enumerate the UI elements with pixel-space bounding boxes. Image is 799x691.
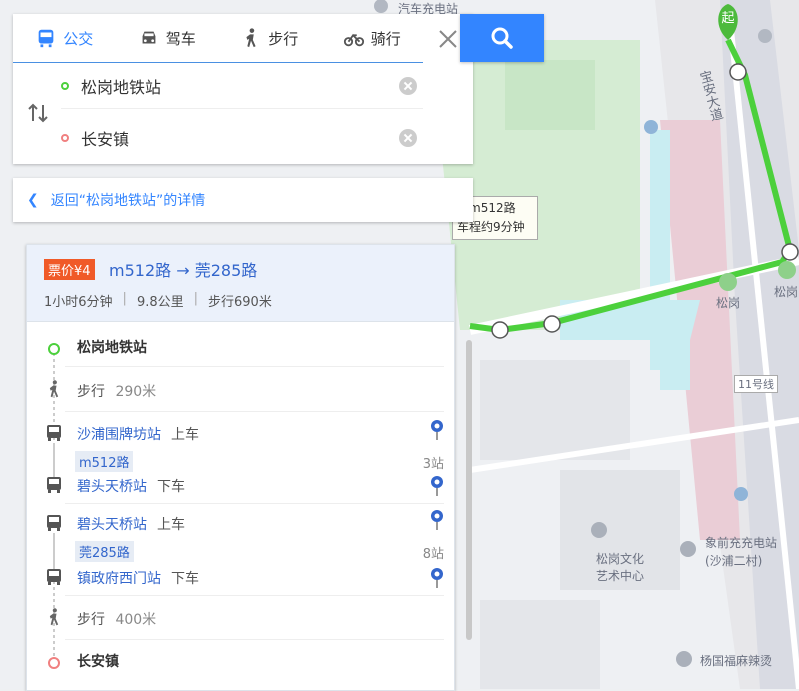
board-1-text: 沙浦围牌坊站 上车 bbox=[77, 424, 199, 444]
origin-dot bbox=[61, 82, 69, 90]
destination-dot bbox=[61, 134, 69, 142]
walk-2-distance: 400米 bbox=[115, 612, 157, 628]
map-label-songgang-station: 松岗 bbox=[716, 296, 741, 310]
destination-field[interactable]: 长安镇 bbox=[61, 116, 423, 160]
location-pin-icon[interactable] bbox=[430, 419, 444, 441]
meta-separator: | bbox=[122, 291, 127, 306]
route-summary[interactable]: 票价¥4 m512路 → 莞285路 1小时6分钟 | 9.8公里 | 步行69… bbox=[27, 245, 454, 322]
tab-bus-label: 公交 bbox=[63, 29, 94, 48]
route-detail-panel: 票价¥4 m512路 → 莞285路 1小时6分钟 | 9.8公里 | 步行69… bbox=[26, 244, 455, 691]
route-distance: 9.8公里 bbox=[136, 295, 184, 310]
alight-1-station[interactable]: 碧头天桥站 bbox=[77, 479, 147, 495]
bike-icon bbox=[343, 33, 364, 47]
tab-bus[interactable]: 公交 bbox=[13, 14, 116, 62]
tab-car[interactable]: 驾车 bbox=[116, 14, 219, 62]
tab-car-label: 驾车 bbox=[165, 29, 196, 48]
map-label-arts-2: 艺术中心 bbox=[596, 569, 645, 583]
bus-icon bbox=[47, 569, 61, 585]
location-pin-icon[interactable] bbox=[430, 509, 444, 531]
clear-destination-icon[interactable] bbox=[399, 129, 417, 147]
start-marker-text: 起 bbox=[721, 11, 734, 26]
tab-walk-label: 步行 bbox=[268, 29, 299, 48]
board-1-action: 上车 bbox=[171, 427, 199, 443]
map-label-line11: 11号线 bbox=[734, 375, 778, 393]
destination-input[interactable]: 长安镇 bbox=[81, 126, 129, 150]
start-label: 松岗地铁站 bbox=[77, 340, 147, 356]
line-tag-1[interactable]: m512路 bbox=[75, 451, 134, 472]
walk-icon bbox=[246, 28, 256, 48]
location-pin-icon[interactable] bbox=[430, 567, 444, 589]
origin-input[interactable]: 松岗地铁站 bbox=[81, 74, 161, 98]
board-2-station[interactable]: 碧头天桥站 bbox=[77, 517, 147, 533]
line-2-stops: 8站 bbox=[422, 547, 444, 562]
scrollbar[interactable] bbox=[466, 340, 472, 640]
board-1-station[interactable]: 沙浦围牌坊站 bbox=[77, 427, 161, 443]
start-dot-icon bbox=[48, 343, 60, 355]
route-title: m512路 → 莞285路 bbox=[109, 261, 258, 280]
tab-bike-label: 骑行 bbox=[370, 29, 401, 48]
alight-2-station[interactable]: 镇政府西门站 bbox=[77, 571, 161, 587]
alight-1-text: 碧头天桥站 下车 bbox=[77, 476, 185, 496]
search-icon bbox=[491, 27, 513, 49]
divider bbox=[65, 411, 444, 412]
route-walk: 步行690米 bbox=[208, 295, 272, 310]
bus-icon bbox=[47, 515, 61, 531]
alight-2-text: 镇政府西门站 下车 bbox=[77, 568, 199, 588]
route-search-panel: 公交 驾车 步行 骑行 松岗地铁站 长安镇 bbox=[13, 14, 473, 164]
car-icon bbox=[142, 31, 156, 44]
travel-mode-tabs: 公交 驾车 步行 骑行 bbox=[13, 14, 423, 63]
line-tag-2[interactable]: 莞285路 bbox=[75, 541, 134, 562]
origin-field[interactable]: 松岗地铁站 bbox=[61, 64, 423, 109]
divider bbox=[65, 503, 444, 504]
swap-icon[interactable] bbox=[27, 102, 49, 124]
map-label-songgang-station-2: 松岗 bbox=[774, 285, 799, 299]
search-button[interactable] bbox=[460, 14, 544, 62]
back-to-details-link[interactable]: ❮ 返回“松岗地铁站”的详情 bbox=[13, 178, 473, 222]
fare-badge: 票价¥4 bbox=[44, 259, 95, 280]
end-label: 长安镇 bbox=[77, 654, 119, 670]
bus-icon bbox=[47, 477, 61, 493]
end-dot-icon bbox=[48, 657, 60, 669]
walk-1-text: 步行 bbox=[77, 384, 105, 400]
meta-separator: | bbox=[193, 291, 199, 306]
board-2-text: 碧头天桥站 上车 bbox=[77, 514, 185, 534]
map-label-arts-1: 松岗文化 bbox=[596, 552, 645, 566]
back-link-text[interactable]: 返回“松岗地铁站”的详情 bbox=[51, 190, 206, 210]
clear-origin-icon[interactable] bbox=[399, 77, 417, 95]
close-icon[interactable] bbox=[435, 26, 461, 52]
walk-icon bbox=[49, 380, 59, 398]
walk-1-label: 步行 290米 bbox=[77, 381, 156, 401]
walk-2-text: 步行 bbox=[77, 612, 105, 628]
divider bbox=[65, 366, 444, 367]
board-2-action: 上车 bbox=[157, 517, 185, 533]
walk-2-label: 步行 400米 bbox=[77, 609, 156, 629]
chevron-left-icon: ❮ bbox=[27, 192, 39, 208]
divider bbox=[65, 595, 444, 596]
map-label-charge-2: (沙浦二村) bbox=[705, 554, 763, 568]
bus-icon bbox=[47, 425, 61, 441]
location-pin-icon[interactable] bbox=[430, 475, 444, 497]
route-duration: 1小时6分钟 bbox=[44, 295, 113, 310]
walk-1-distance: 290米 bbox=[115, 384, 157, 400]
walk-icon bbox=[49, 608, 59, 626]
map-label-restaurant: 杨国福麻辣烫 bbox=[700, 654, 773, 668]
tab-walk[interactable]: 步行 bbox=[218, 14, 321, 62]
route-meta: 1小时6分钟 | 9.8公里 | 步行690米 bbox=[44, 291, 272, 310]
map-label-charge-1: 象前充充电站 bbox=[705, 536, 778, 550]
alight-1-action: 下车 bbox=[157, 479, 185, 495]
alight-2-action: 下车 bbox=[171, 571, 199, 587]
tab-bike[interactable]: 骑行 bbox=[321, 14, 424, 62]
divider bbox=[65, 639, 444, 640]
bus-icon bbox=[38, 29, 54, 48]
line-1-stops: 3站 bbox=[422, 457, 444, 472]
